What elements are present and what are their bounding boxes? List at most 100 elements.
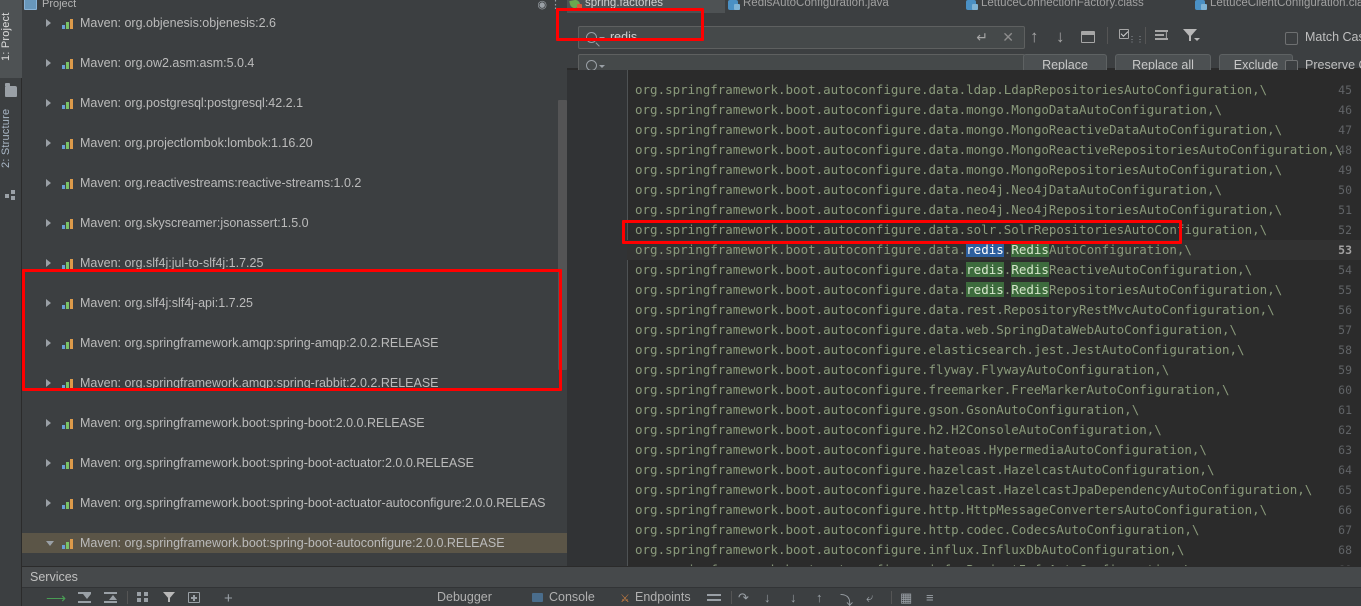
tool-tab-structure[interactable]: 2: Structure <box>0 96 22 184</box>
line-number: 54 <box>1338 263 1352 277</box>
prev-occurrence-icon[interactable]: ↑ <box>1030 28 1039 45</box>
chevron-down-icon[interactable] <box>46 541 54 546</box>
editor-tab[interactable]: LettuceClientConfiguration.class <box>1192 0 1361 13</box>
chevron-right-icon[interactable] <box>46 379 51 387</box>
search-match: redis <box>966 262 1004 277</box>
chevron-right-icon[interactable] <box>46 179 51 187</box>
tree-vertical-scrollbar[interactable] <box>558 100 567 370</box>
tool-tab-project[interactable]: 1: Project <box>0 0 22 78</box>
step-out-icon[interactable]: ↑ <box>816 590 823 605</box>
console-icon <box>532 593 543 602</box>
editor-tab-label: spring.factories <box>585 0 663 9</box>
chevron-right-icon[interactable] <box>46 99 51 107</box>
drop-frame-icon[interactable]: ⤶ <box>866 590 873 606</box>
services-tab-debugger[interactable]: Debugger <box>437 590 492 604</box>
search-input-value: redis <box>610 30 638 44</box>
chevron-right-icon[interactable] <box>46 259 51 267</box>
code-line: org.springframework.boot.autoconfigure.d… <box>635 102 1222 117</box>
menu-icon[interactable] <box>707 594 721 602</box>
line-number: 58 <box>1338 343 1352 357</box>
layout-icon[interactable] <box>137 592 149 603</box>
step-over-icon[interactable]: ↷ <box>738 590 749 606</box>
maven-module-icon <box>62 537 75 550</box>
replace-history-dropdown-icon[interactable] <box>599 65 605 68</box>
tree-row[interactable]: Maven: org.reactivestreams:reactive-stre… <box>22 173 567 193</box>
line-number: 51 <box>1338 203 1352 217</box>
chevron-right-icon[interactable] <box>46 219 51 227</box>
run-to-cursor-icon[interactable]: ⤵ <box>840 590 853 606</box>
plus-icon[interactable]: + <box>224 590 233 606</box>
step-into-icon[interactable]: ↓ <box>764 590 771 605</box>
code-editor[interactable]: 45 org.springframework.boot.autoconfigure… <box>567 70 1361 566</box>
tree-row-label: Maven: org.postgresql:postgresql:42.2.1 <box>80 96 304 110</box>
tree-row[interactable]: Maven: org.skyscreamer:jsonassert:1.5.0 <box>22 213 567 233</box>
chevron-right-icon[interactable] <box>46 339 51 347</box>
tree-row[interactable]: Maven: org.springframework.amqp:spring-r… <box>22 373 567 393</box>
tree-row[interactable]: Maven: org.springframework.amqp:spring-a… <box>22 333 567 353</box>
editor-tab[interactable]: LettuceConnectionFactory.class <box>963 0 1192 13</box>
in-selection-icon[interactable]: ⋮⋮ <box>1119 29 1144 44</box>
evaluate-icon[interactable]: ▦ <box>900 590 912 606</box>
project-panel-header-icons[interactable]: ◉ ⋮ <box>537 0 561 11</box>
chevron-right-icon[interactable] <box>46 139 51 147</box>
chevron-right-icon[interactable] <box>46 419 51 427</box>
select-all-occurrences-icon[interactable] <box>1081 31 1095 43</box>
tree-row[interactable]: Maven: org.springframework.boot:spring-b… <box>22 413 567 433</box>
history-dropdown-icon[interactable] <box>599 37 605 40</box>
tree-row[interactable]: Maven: org.slf4j:jul-to-slf4j:1.7.25 <box>22 253 567 273</box>
line-number: 64 <box>1338 463 1352 477</box>
tree-row-label: Maven: org.springframework.amqp:spring-r… <box>80 376 439 390</box>
tree-row[interactable]: Maven: org.springframework.boot:spring-b… <box>22 453 567 473</box>
editor-tab[interactable]: spring.factories <box>567 0 725 13</box>
toolbar-separator-1 <box>1107 27 1108 44</box>
chevron-right-icon[interactable] <box>46 19 51 27</box>
toolbar-separator-2 <box>1145 27 1146 44</box>
tree-row[interactable]: Maven: org.springframework.boot:spring-b… <box>22 493 567 513</box>
tree-row[interactable]: Maven: org.slf4j:slf4j-api:1.7.25 <box>22 293 567 313</box>
code-line: org.springframework.boot.autoconfigure.d… <box>635 280 1282 300</box>
tree-row[interactable]: Maven: org.postgresql:postgresql:42.2.1 <box>22 93 567 113</box>
next-occurrence-icon[interactable]: ↓ <box>1056 28 1065 45</box>
search-match: Redis <box>1011 282 1049 297</box>
tree-row[interactable]: Maven: org.objenesis:objenesis:2.6 <box>22 13 567 33</box>
chevron-right-icon[interactable] <box>46 299 51 307</box>
force-step-into-icon[interactable]: ↓ <box>790 590 797 605</box>
add-tab-icon[interactable] <box>188 592 200 603</box>
code-line: org.springframework.boot.autoconfigure.h… <box>635 482 1313 497</box>
close-icon[interactable]: ✕ <box>1002 30 1014 44</box>
chevron-right-icon[interactable] <box>46 459 51 467</box>
chevron-right-icon[interactable] <box>46 499 51 507</box>
tree-row[interactable]: Maven: org.springframework.boot:spring-b… <box>22 533 567 553</box>
editor-tab-bar[interactable]: spring.factories RedisAutoConfiguration.j… <box>567 0 1361 13</box>
line-number: 49 <box>1338 163 1352 177</box>
services-tab-endpoints[interactable]: Endpoints <box>635 590 691 604</box>
line-number: 66 <box>1338 503 1352 517</box>
chevron-right-icon[interactable] <box>46 59 51 67</box>
project-tree[interactable]: Maven: org.objenesis:objenesis:2.6 Maven:… <box>22 13 567 561</box>
line-number: 59 <box>1338 363 1352 377</box>
services-filter-icon[interactable] <box>163 592 176 603</box>
project-icon <box>24 0 37 10</box>
code-line: org.springframework.boot.autoconfigure.h… <box>635 522 1200 537</box>
line-number: 53 <box>1338 243 1352 257</box>
filter-icon[interactable] <box>1183 29 1200 42</box>
search-match: redis <box>966 242 1004 257</box>
ide-window: 1: Project 2: Structure Project ◉ ⋮ Mave… <box>0 0 1361 606</box>
search-field[interactable]: redis ↵ ✕ <box>578 26 1025 49</box>
code-line: org.springframework.boot.autoconfigure.f… <box>635 382 1230 397</box>
code-line: org.springframework.boot.autoconfigure.i… <box>635 542 1185 557</box>
line-number: 52 <box>1338 223 1352 237</box>
settings-icon[interactable]: ≡ <box>926 590 934 605</box>
services-tab-console[interactable]: Console <box>549 590 595 604</box>
line-number: 55 <box>1338 283 1352 297</box>
tree-row[interactable]: Maven: org.ow2.asm:asm:5.0.4 <box>22 53 567 73</box>
collapse-all-icon[interactable] <box>104 592 117 604</box>
preserve-formatting-icon[interactable]: I <box>1155 30 1169 42</box>
match-case-checkbox[interactable] <box>1285 32 1298 45</box>
left-bottom-strip <box>0 566 22 606</box>
expand-all-icon[interactable] <box>78 592 91 604</box>
rerun-icon[interactable]: ⟶ <box>46 590 66 606</box>
new-line-icon[interactable]: ↵ <box>976 30 988 44</box>
tree-row[interactable]: Maven: org.projectlombok:lombok:1.16.20 <box>22 133 567 153</box>
editor-tab[interactable]: RedisAutoConfiguration.java <box>725 0 963 13</box>
